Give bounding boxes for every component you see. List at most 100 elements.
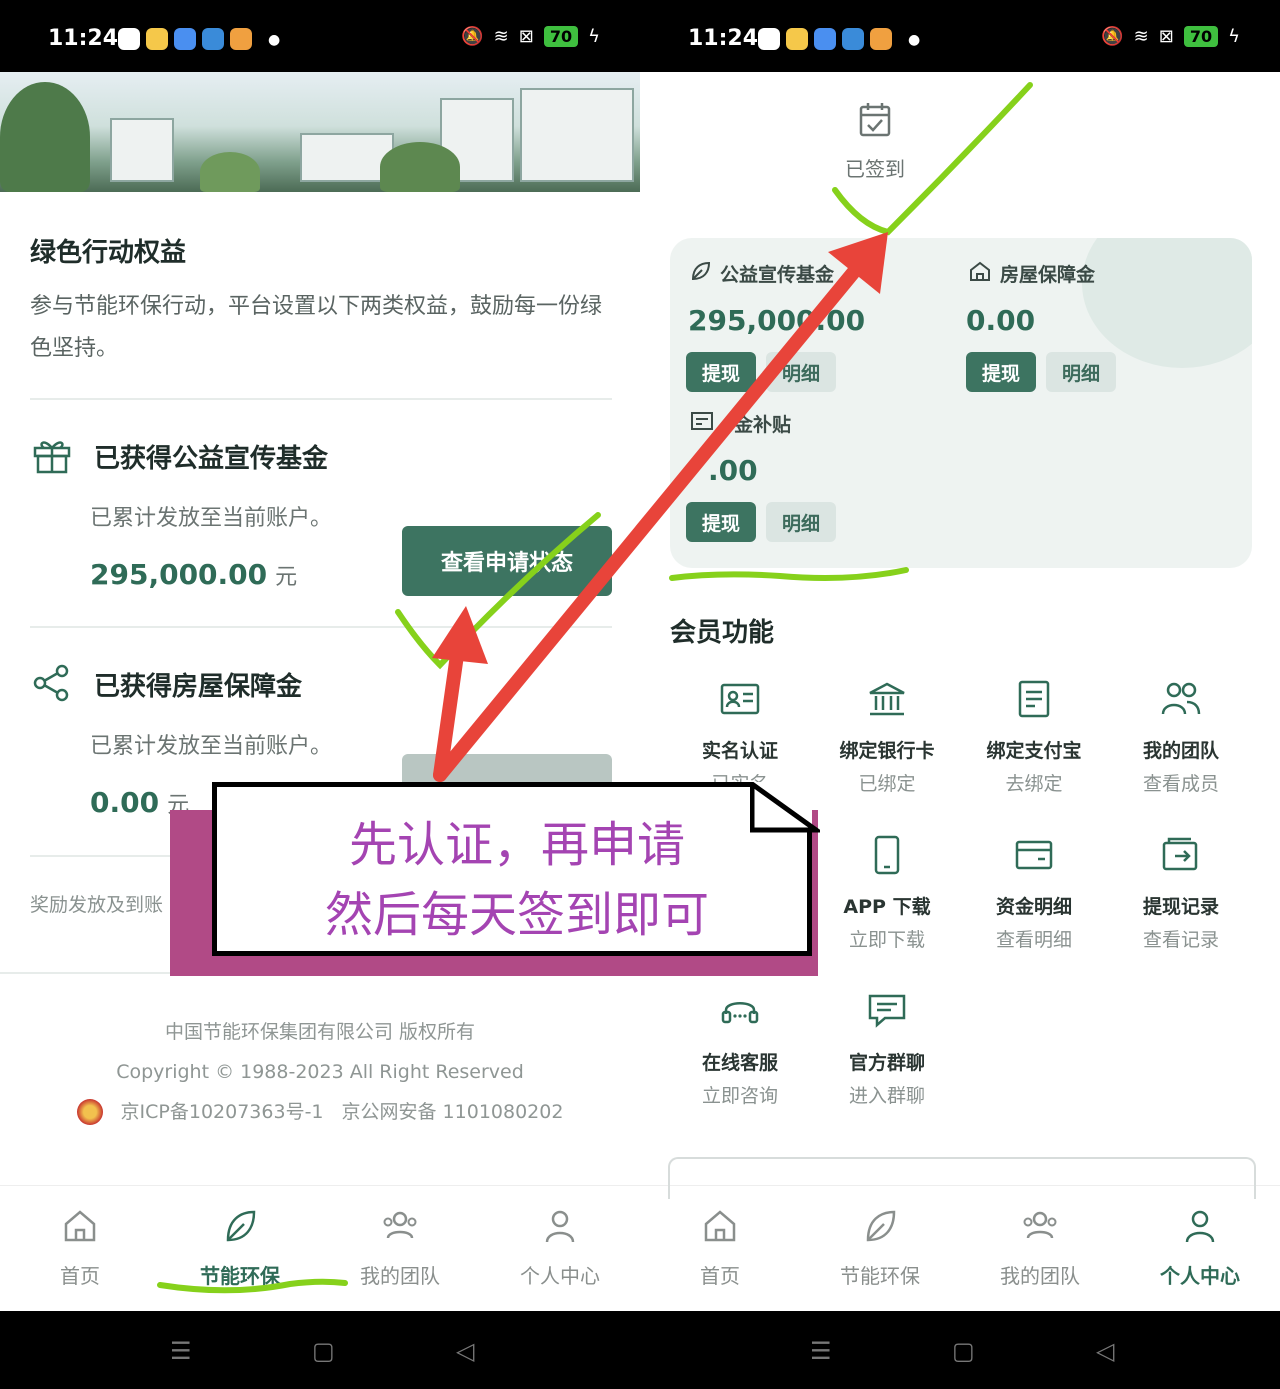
tab-home[interactable]: 首页: [0, 1186, 160, 1312]
function-my-team[interactable]: 我的团队 查看成员: [1116, 674, 1246, 796]
section-description: 参与节能环保行动，平台设置以下两类权益，鼓励每一份绿色坚持。: [30, 294, 603, 361]
qq-icon: [758, 28, 780, 50]
function-fund-details[interactable]: 资金明细 查看明细: [969, 830, 1099, 952]
fund-benefit-amount: 295,000.00 元: [90, 558, 298, 591]
fund-label: 公益宣传基金: [690, 260, 834, 287]
function-online-support[interactable]: 在线客服 立即咨询: [675, 986, 805, 1108]
function-withdraw-records[interactable]: 提现记录 查看记录: [1116, 830, 1246, 952]
more-dot-icon: ●: [908, 32, 921, 48]
fund-detail-button[interactable]: 明细: [766, 352, 836, 392]
callout-line-1: 先认证，再申请: [348, 817, 685, 873]
house-benefit-title: 已获得房屋保障金: [94, 672, 303, 702]
hero-banner-image: [0, 72, 640, 192]
status-time: 11:24: [48, 26, 119, 51]
sim-icon: ⊠: [518, 26, 534, 47]
menu-nav-icon[interactable]: ☰: [810, 1337, 832, 1365]
gift-icon: [32, 436, 72, 478]
bottom-tab-bar: 首页 节能环保 我的团队 个人中心: [0, 1185, 640, 1312]
team-icon: [960, 1206, 1120, 1250]
charging-icon: ϟ: [588, 26, 600, 47]
subsidy-icon: [690, 410, 714, 437]
home-icon: [0, 1206, 160, 1250]
function-real-name-auth[interactable]: 实名认证 已实名: [675, 674, 805, 796]
subsidy-label: 金补贴: [690, 410, 791, 437]
app-icon: [786, 28, 808, 50]
tab-energy-saving[interactable]: 节能环保: [160, 1186, 320, 1312]
function-app-download[interactable]: APP 下载 立即下载: [822, 830, 952, 952]
function-bind-bank-card[interactable]: 绑定银行卡 已绑定: [822, 674, 952, 796]
leaf-icon: [690, 260, 712, 287]
subsidy-detail-button[interactable]: 明细: [766, 502, 836, 542]
browser-icon: [202, 28, 224, 50]
sign-in-status[interactable]: 已签到: [790, 100, 960, 182]
house-detail-button[interactable]: 明细: [1046, 352, 1116, 392]
subsidy-withdraw-button[interactable]: 提现: [686, 502, 756, 542]
team-icon: [1116, 674, 1246, 724]
tab-profile[interactable]: 个人中心: [1120, 1186, 1280, 1312]
system-icons: 🔕 ≋ ⊠ 70 ϟ: [1101, 26, 1240, 47]
calendar-check-icon: [790, 100, 960, 143]
notification-icons: [118, 28, 252, 50]
left-screen: 11:24 ● 🔕 ≋ ⊠ 70 ϟ 绿色行动权益 参与节能环保行动，平台设置以…: [0, 0, 640, 1389]
tab-profile[interactable]: 个人中心: [480, 1186, 640, 1312]
home-nav-icon[interactable]: ▢: [952, 1337, 975, 1365]
tab-my-team[interactable]: 我的团队: [320, 1186, 480, 1312]
baidu-icon: [174, 28, 196, 50]
chat-icon: [822, 986, 952, 1036]
next-card-edge: [668, 1157, 1256, 1199]
instruction-callout: 先认证，再申请 然后每天签到即可: [212, 782, 812, 956]
system-nav-bar: ☰ ▢ ◁: [0, 1311, 640, 1389]
section-title: 绿色行动权益: [30, 238, 187, 268]
footer: 中国节能环保集团有限公司 版权所有 Copyright © 1988-2023 …: [0, 1012, 640, 1132]
tab-my-team[interactable]: 我的团队: [960, 1186, 1120, 1312]
charging-icon: ϟ: [1228, 26, 1240, 47]
back-nav-icon[interactable]: ◁: [1096, 1337, 1114, 1365]
fund-value: 295,000.00: [688, 304, 866, 337]
withdraw-icon: [1116, 830, 1246, 880]
home-icon: [640, 1206, 800, 1250]
person-icon: [480, 1206, 640, 1250]
callout-line-2: 然后每天签到即可: [324, 887, 709, 943]
phone-icon: [822, 830, 952, 880]
member-functions-title: 会员功能: [670, 618, 775, 648]
baidu-icon: [814, 28, 836, 50]
house-value: 0.00: [966, 304, 1036, 337]
divider: [30, 626, 612, 628]
battery-level: 70: [543, 26, 579, 47]
subsidy-value: .00: [708, 454, 758, 487]
menu-nav-icon[interactable]: ☰: [170, 1337, 192, 1365]
status-time: 11:24: [688, 26, 759, 51]
function-official-group-chat[interactable]: 官方群聊 进入群聊: [822, 986, 952, 1108]
tab-energy-saving[interactable]: 节能环保: [800, 1186, 960, 1312]
reward-note: 奖励发放及到账: [30, 894, 164, 916]
wallet-icon: [969, 830, 1099, 880]
footer-icp-row: 京ICP备10207363号-1 京公网安备 1101080202: [0, 1092, 640, 1132]
mute-icon: 🔕: [1101, 26, 1124, 47]
id-card-icon: [675, 674, 805, 724]
callout-fold-corner: [750, 782, 820, 833]
police-record-link[interactable]: 京公网安备 1101080202: [342, 1092, 564, 1132]
app-icon: [146, 28, 168, 50]
qq-icon: [118, 28, 140, 50]
icp-link[interactable]: 京ICP备10207363号-1: [121, 1092, 324, 1132]
house-icon: [968, 260, 992, 287]
leaf-icon: [160, 1206, 320, 1250]
notification-icons: [758, 28, 892, 50]
fund-withdraw-button[interactable]: 提现: [686, 352, 756, 392]
bottom-tab-bar: 首页 节能环保 我的团队 个人中心: [640, 1185, 1280, 1312]
fund-benefit-title: 已获得公益宣传基金: [94, 444, 329, 474]
video-icon: [230, 28, 252, 50]
house-label: 房屋保障金: [968, 260, 1095, 287]
view-application-status-button[interactable]: 查看申请状态: [402, 526, 612, 596]
back-nav-icon[interactable]: ◁: [456, 1337, 474, 1365]
function-bind-alipay[interactable]: 绑定支付宝 去绑定: [969, 674, 1099, 796]
house-withdraw-button[interactable]: 提现: [966, 352, 1036, 392]
wallet-card: [670, 238, 1252, 568]
footer-copyright: Copyright © 1988-2023 All Right Reserved: [116, 1061, 524, 1083]
tab-home[interactable]: 首页: [640, 1186, 800, 1312]
home-nav-icon[interactable]: ▢: [312, 1337, 335, 1365]
headset-icon: [675, 986, 805, 1036]
fund-benefit-subtitle: 已累计发放至当前账户。: [90, 506, 333, 531]
leaf-icon: [800, 1206, 960, 1250]
system-icons: 🔕 ≋ ⊠ 70 ϟ: [461, 26, 600, 47]
